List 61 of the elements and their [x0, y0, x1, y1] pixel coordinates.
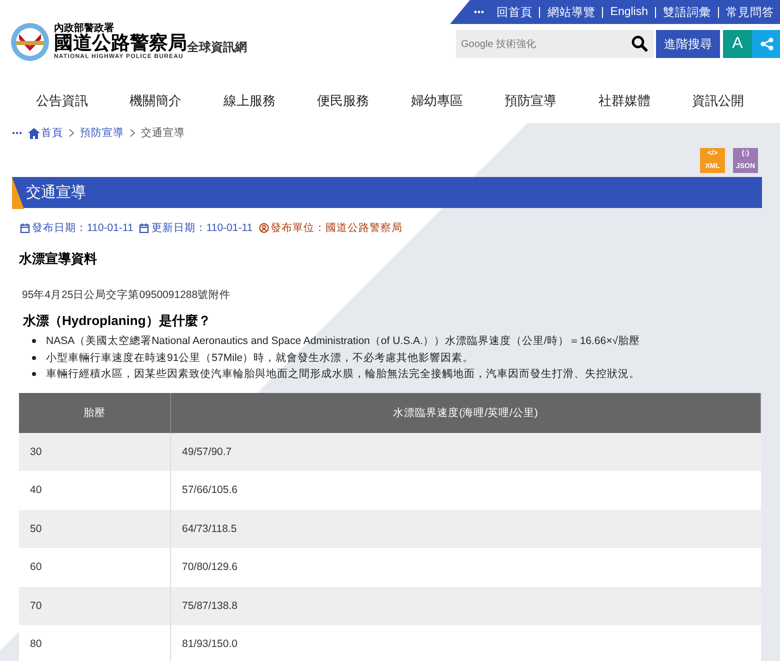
user-icon: [258, 223, 269, 233]
table-cell: 80: [19, 625, 170, 661]
table-cell: 49/57/90.7: [170, 432, 760, 471]
nav-link[interactable]: 線上服務: [202, 92, 296, 110]
bullet-text: 車輛行經積水區，因某些因素致使汽車輪胎與地面之間形成水膜，輪胎無法完全接觸地面，汽車因而發生打滑、失控狀況。: [46, 367, 640, 382]
breadcrumb-current: 交通宣導: [141, 126, 185, 140]
table-cell: 30: [19, 432, 170, 471]
table-cell: 64/73/118.5: [170, 510, 760, 548]
accesskey-icon[interactable]: [474, 10, 484, 14]
bullet-text: 小型車輛行車速度在時速91公里（57Mile）時，就會發生水漂，不必考慮其他影響因素。: [46, 350, 474, 365]
chevron-icon: [69, 129, 74, 137]
site-suffix: 全球資訊網: [187, 41, 247, 53]
column-header: 胎壓: [19, 392, 170, 432]
table-cell: 40: [19, 471, 170, 510]
advanced-search-button[interactable]: 進階搜尋: [656, 30, 720, 58]
share-icon: [760, 37, 774, 51]
home-icon: [28, 128, 40, 138]
utility-link[interactable]: English: [610, 6, 648, 18]
bureau-name: 國道公路警察局: [54, 34, 187, 53]
table-cell: 81/93/150.0: [170, 625, 760, 661]
bullet-text: NASA（美國太空總署National Aeronautics and Space Administration（of U.S.A.））水漂臨界速度（公里/時）＝16.66×√胎壓: [46, 334, 640, 348]
table-cell: 57/66/105.6: [170, 471, 760, 510]
table-cell: 75/87/138.8: [170, 586, 760, 625]
font-size-button[interactable]: A: [723, 30, 752, 58]
utility-link[interactable]: 雙語詞彙: [663, 4, 711, 20]
nav-link[interactable]: 婦幼專區: [390, 92, 484, 110]
calendar-icon: [20, 223, 30, 233]
meta-item: 更新日期：110-01-11: [139, 221, 253, 235]
share-button[interactable]: [752, 30, 780, 58]
nav-link[interactable]: 資訊公開: [671, 92, 765, 110]
utility-link[interactable]: 網站導覽: [547, 4, 596, 20]
breadcrumb-link[interactable]: 首頁: [28, 126, 63, 140]
document-reference: 95年4月25日公局交字第0950091288號附件: [22, 288, 232, 302]
police-badge-icon: [10, 22, 50, 62]
accesskey-icon[interactable]: [12, 131, 22, 135]
bullet-dot: [32, 372, 36, 376]
nav-link[interactable]: 機關簡介: [108, 92, 202, 110]
search-icon[interactable]: [631, 35, 649, 53]
utility-link[interactable]: 常見問答: [726, 4, 774, 20]
table-cell: 50: [19, 510, 170, 548]
ministry-name: 內政部警政署: [54, 24, 114, 34]
nav-link[interactable]: 便民服務: [296, 92, 390, 110]
search-field[interactable]: Google 技術強化: [456, 30, 654, 58]
bullet-dot: [32, 356, 36, 360]
meta-item: 發布日期：110-01-11: [20, 221, 134, 235]
utility-link[interactable]: 回首頁: [496, 4, 532, 20]
table-cell: 70: [19, 586, 170, 625]
sub-heading: 水漂（Hydroplaning）是什麼？: [23, 312, 212, 330]
calendar-icon: [139, 223, 150, 233]
table-cell: 70/80/129.6: [170, 548, 760, 586]
nav-link[interactable]: 預防宣導: [484, 92, 578, 110]
table-cell: 60: [19, 548, 170, 586]
column-header: 水漂臨界速度(海哩/英哩/公里): [170, 392, 760, 432]
page-title: 交通宣導: [26, 183, 86, 202]
chevron-icon: [130, 129, 135, 137]
nav-link[interactable]: 社群媒體: [578, 92, 672, 110]
nav-link[interactable]: 公告資訊: [15, 92, 109, 110]
bullet-dot: [32, 339, 36, 344]
section-heading: 水漂宣導資料: [19, 250, 98, 268]
meta-item: 發布單位：國道公路警察局: [258, 221, 403, 235]
breadcrumb-link[interactable]: 預防宣導: [80, 126, 124, 140]
